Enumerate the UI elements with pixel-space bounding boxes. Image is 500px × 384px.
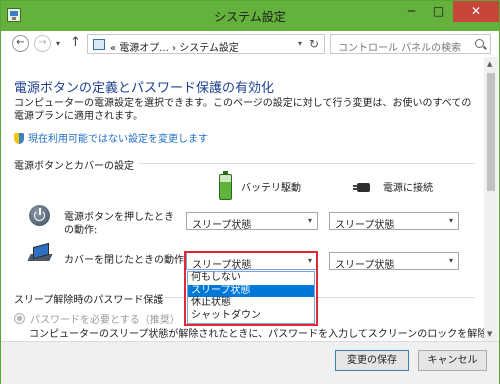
selected-value: スリープ状態 [192, 220, 252, 231]
refresh-button[interactable]: ↻ [309, 37, 319, 51]
control-panel-small-icon [93, 39, 105, 50]
forward-button[interactable]: → [34, 35, 51, 52]
selected-value: スリープ状態 [335, 260, 395, 271]
power-plug-icon [353, 181, 375, 194]
uac-shield-icon [14, 133, 24, 144]
divider [139, 163, 475, 164]
column-battery: バッテリ駆動 [241, 183, 301, 194]
minimize-button[interactable]: ─ [398, 1, 425, 22]
lid-close-plugged-select[interactable]: スリープ状態 ▾ [329, 252, 459, 271]
lid-close-action-label: カバーを閉じたときの動作: [64, 255, 188, 266]
dropdown-option-shutdown[interactable]: シャットダウン [188, 310, 314, 323]
laptop-lid-icon [29, 245, 51, 263]
chevron-down-icon: ▾ [307, 216, 312, 225]
section-title-buttons: 電源ボタンとカバーの設定 [14, 161, 134, 172]
footer-bar: 変更の保存 キャンセル [1, 341, 499, 384]
scrollbar-thumb[interactable] [487, 73, 495, 191]
save-changes-button[interactable]: 変更の保存 [335, 350, 409, 371]
dropdown-option-do-nothing[interactable]: 何もしない [188, 272, 314, 285]
search-placeholder: コントロール パネルの検索 [338, 43, 462, 54]
system-settings-window: システム設定 ─ □ ✕ ← → ▾ ↑ « 電源オプ... › システム設定 … [0, 0, 500, 384]
power-button-plugged-select[interactable]: スリープ状態 ▾ [329, 212, 459, 231]
require-password-radio[interactable]: パスワードを必要とする（推奨） [14, 311, 180, 326]
address-bar[interactable]: « 電源オプ... › システム設定 ▾ ↻ [87, 34, 325, 54]
breadcrumb[interactable]: « 電源オプ... › システム設定 [110, 39, 239, 54]
vertical-scrollbar[interactable]: ▲ ▼ [484, 57, 498, 341]
navigation-bar: ← → ▾ ↑ « 電源オプ... › システム設定 ▾ ↻ コントロール パネ… [1, 31, 499, 57]
column-plugged-in: 電源に接続 [383, 183, 433, 194]
page-description: コンピューターの電源設定を選択できます。このページの設定に対して行う変更は、お使… [14, 98, 472, 122]
power-button-action-label: 電源ボタンを押したときの動作: [64, 212, 174, 236]
selected-value: スリープ状態 [335, 220, 395, 231]
battery-icon [219, 171, 232, 200]
maximize-button[interactable]: □ [425, 1, 452, 22]
change-unavailable-settings-link[interactable]: 現在利用可能ではない設定を変更します [28, 134, 208, 145]
change-settings-row[interactable]: 現在利用可能ではない設定を変更します [14, 130, 208, 145]
address-dropdown-button[interactable]: ▾ [298, 39, 302, 48]
cancel-button[interactable]: キャンセル [418, 350, 487, 371]
back-button[interactable]: ← [12, 35, 29, 52]
recent-locations-button[interactable]: ▾ [56, 39, 60, 48]
page-title: 電源ボタンの定義とパスワード保護の有効化 [14, 81, 275, 96]
dropdown-option-hibernate[interactable]: 休止状態 [188, 297, 314, 310]
title-bar[interactable]: システム設定 ─ □ ✕ [1, 1, 499, 31]
search-input[interactable]: コントロール パネルの検索 [330, 34, 491, 54]
require-password-description: コンピューターのスリープ状態が解除されたときに、パスワードを入力してスクリーンの… [29, 329, 485, 340]
search-icon[interactable] [475, 39, 484, 48]
section-title-password: スリープ解除時のパスワード保護 [14, 295, 164, 306]
scroll-down-icon[interactable]: ▼ [487, 330, 492, 338]
scroll-up-icon[interactable]: ▲ [487, 60, 492, 68]
dropdown-option-sleep[interactable]: スリープ状態 [188, 284, 314, 297]
radio-button-icon[interactable] [14, 313, 25, 324]
chevron-down-icon: ▾ [448, 256, 453, 265]
power-button-icon [29, 205, 50, 226]
close-button[interactable]: ✕ [453, 1, 499, 22]
up-button[interactable]: ↑ [70, 35, 81, 50]
lid-close-dropdown-list[interactable]: 何もしない スリープ状態 休止状態 シャットダウン [187, 271, 315, 324]
chevron-down-icon: ▾ [448, 216, 453, 225]
power-button-battery-select[interactable]: スリープ状態 ▾ [186, 212, 318, 231]
